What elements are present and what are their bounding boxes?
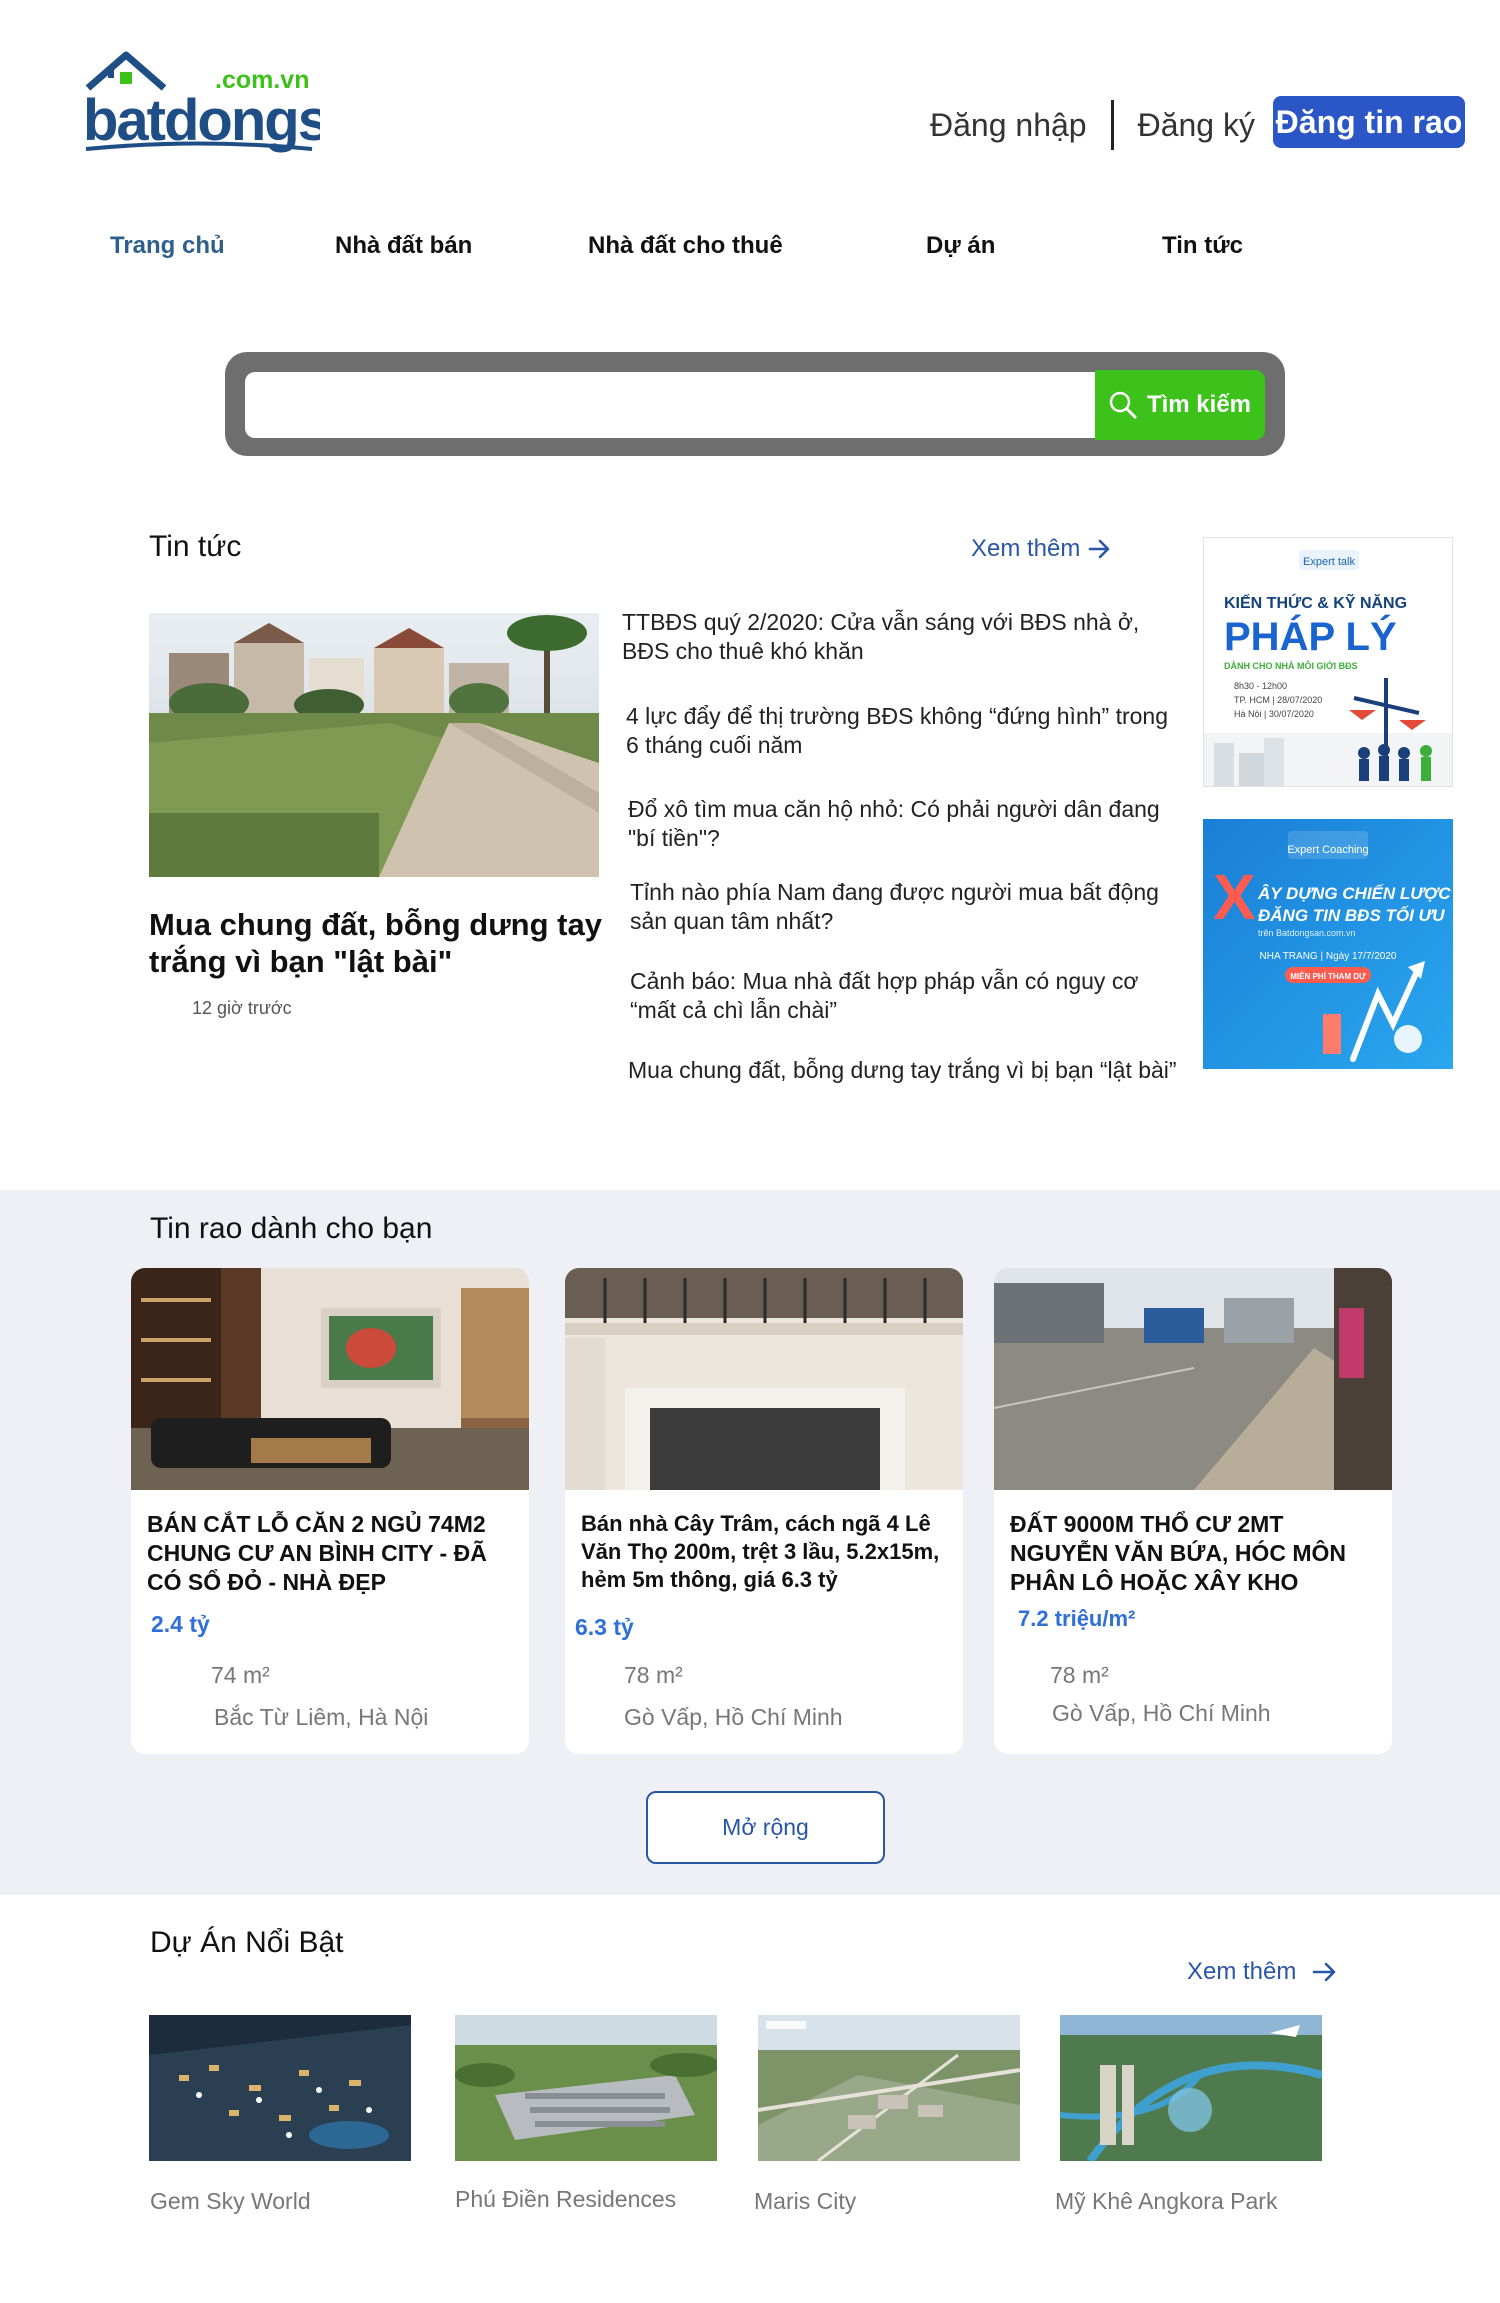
project-photo[interactable] (758, 2015, 1020, 2161)
svg-text:NHA TRANG | Ngày 17/7/2020: NHA TRANG | Ngày 17/7/2020 (1260, 951, 1397, 962)
project-name[interactable]: Maris City (754, 2188, 856, 2215)
listing-photo (131, 1268, 529, 1490)
listing-title: BÁN CẮT LỖ CĂN 2 NGỦ 74M2 CHUNG CƯ AN BÌ… (147, 1511, 487, 1596)
listings-section-title: Tin rao dành cho bạn (150, 1212, 433, 1245)
projects-see-more-label: Xem thêm (1187, 1958, 1297, 1985)
nav-projects[interactable]: Dự án (926, 232, 995, 260)
register-link[interactable]: Đăng ký (1138, 107, 1255, 144)
news-section-title: Tin tức (149, 530, 242, 563)
listing-photo (994, 1268, 1392, 1490)
svg-text:MIỄN PHÍ THAM DỰ: MIỄN PHÍ THAM DỰ (1290, 972, 1366, 981)
site-logo[interactable]: batdongsan .com.vn (80, 50, 394, 155)
project-name[interactable]: Phú Điền Residences (455, 2186, 676, 2213)
search-button-label: Tìm kiếm (1146, 391, 1252, 418)
listing-price: 7.2 triệu/m² (1018, 1606, 1136, 1631)
nav-news[interactable]: Tin tức (1162, 232, 1243, 260)
project-photo[interactable] (149, 2015, 411, 2161)
listing-price: 6.3 tỷ (575, 1614, 634, 1640)
svg-text:KIẾN THỨC & KỸ NĂNG: KIẾN THỨC & KỸ NĂNG (1224, 592, 1407, 612)
news-featured-time: 12 giờ trước (192, 998, 292, 1018)
nav-home[interactable]: Trang chủ (110, 232, 225, 260)
news-featured-photo[interactable] (149, 613, 599, 877)
arrow-right-icon (1313, 1962, 1336, 1982)
svg-text:Expert Coaching: Expert Coaching (1287, 844, 1368, 856)
ad-banner-legal[interactable]: Expert talk KIẾN THỨC & KỸ NĂNG PHÁP LÝ … (1203, 537, 1453, 787)
search-button[interactable]: Tìm kiếm (1095, 370, 1265, 440)
search-icon (1109, 391, 1137, 419)
news-item[interactable]: 4 lực đẩy để thị trường BĐS không “đứng … (626, 702, 1186, 761)
listing-area: 78 m² (624, 1662, 683, 1688)
listing-location: Gò Vấp, Hồ Chí Minh (624, 1704, 843, 1730)
listing-location: Bắc Từ Liêm, Hà Nội (214, 1704, 429, 1730)
news-item[interactable]: Tỉnh nào phía Nam đang được người mua bấ… (630, 878, 1190, 937)
listing-card[interactable]: ĐẤT 9000M THỔ CƯ 2MT NGUYỄN VĂN BỨA, HÓC… (994, 1268, 1392, 1754)
news-item[interactable]: Cảnh báo: Mua nhà đất hợp pháp vẫn có ng… (630, 967, 1190, 1026)
project-name[interactable]: Mỹ Khê Angkora Park (1055, 2188, 1277, 2215)
news-item[interactable]: Mua chung đất, bỗng dưng tay trắng vì bị… (628, 1056, 1188, 1085)
listing-card[interactable]: BÁN CẮT LỖ CĂN 2 NGỦ 74M2 CHUNG CƯ AN BÌ… (131, 1268, 529, 1754)
svg-text:TP. HCM | 28/07/2020: TP. HCM | 28/07/2020 (1234, 695, 1322, 705)
listing-price: 2.4 tỷ (151, 1611, 210, 1637)
news-item[interactable]: TTBĐS quý 2/2020: Cửa vẫn sáng với BĐS n… (622, 608, 1182, 667)
svg-text:X: X (1213, 861, 1256, 933)
svg-text:trên Batdongsan.com.vn: trên Batdongsan.com.vn (1258, 928, 1356, 938)
auth-divider (1110, 100, 1114, 150)
nav-for-sale[interactable]: Nhà đất bán (335, 232, 472, 260)
listing-card[interactable]: Bán nhà Cây Trâm, cách ngã 4 Lê Văn Thọ … (565, 1268, 963, 1754)
listing-title: Bán nhà Cây Trâm, cách ngã 4 Lê Văn Thọ … (581, 1511, 940, 1592)
projects-section-title: Dự Án Nổi Bật (150, 1926, 344, 1959)
news-item[interactable]: Đổ xô tìm mua căn hộ nhỏ: Có phải người … (628, 795, 1188, 854)
listing-area: 74 m² (211, 1662, 270, 1688)
auth-links: Đăng nhập Đăng ký (930, 95, 1255, 155)
listing-title: ĐẤT 9000M THỔ CƯ 2MT NGUYỄN VĂN BỨA, HÓC… (1010, 1511, 1346, 1596)
arrow-right-icon (1089, 539, 1110, 559)
news-see-more-link[interactable]: Xem thêm (971, 535, 1112, 563)
project-name[interactable]: Gem Sky World (150, 2188, 311, 2215)
nav-for-rent[interactable]: Nhà đất cho thuê (588, 232, 783, 260)
project-photo[interactable] (455, 2015, 717, 2161)
svg-text:8h30 - 12h00: 8h30 - 12h00 (1234, 681, 1287, 691)
news-see-more-label: Xem thêm (971, 535, 1081, 562)
projects-see-more-link[interactable]: Xem thêm (1187, 1958, 1338, 1986)
svg-text:ĐĂNG TIN BĐS TỐI ƯU: ĐĂNG TIN BĐS TỐI ƯU (1258, 906, 1445, 925)
svg-text:PHÁP LÝ: PHÁP LÝ (1224, 613, 1397, 659)
svg-text:Hà Nội | 30/07/2020: Hà Nội | 30/07/2020 (1234, 709, 1314, 719)
search-input[interactable] (245, 372, 1095, 438)
listing-location: Gò Vấp, Hồ Chí Minh (1052, 1700, 1271, 1726)
svg-text:Expert talk: Expert talk (1303, 556, 1355, 568)
svg-text:DÀNH CHO NHÀ MÔI GIỚI BĐS: DÀNH CHO NHÀ MÔI GIỚI BĐS (1224, 660, 1358, 671)
svg-text:ÂY DỰNG CHIẾN LƯỢC: ÂY DỰNG CHIẾN LƯỢC (1257, 884, 1451, 903)
listing-photo (565, 1268, 963, 1490)
expand-listings-button[interactable]: Mở rộng (646, 1791, 885, 1864)
logo-suffix: .com.vn (215, 66, 309, 94)
login-link[interactable]: Đăng nhập (930, 107, 1087, 144)
ad-banner-coaching[interactable]: Expert Coaching X ÂY DỰNG CHIẾN LƯỢC ĐĂN… (1203, 819, 1453, 1069)
project-photo[interactable] (1060, 2015, 1322, 2161)
listing-area: 78 m² (1050, 1662, 1109, 1688)
news-featured-title[interactable]: Mua chung đất, bỗng dưng tay trắng vì bạ… (149, 906, 619, 980)
post-listing-button[interactable]: Đăng tin rao (1273, 96, 1465, 148)
